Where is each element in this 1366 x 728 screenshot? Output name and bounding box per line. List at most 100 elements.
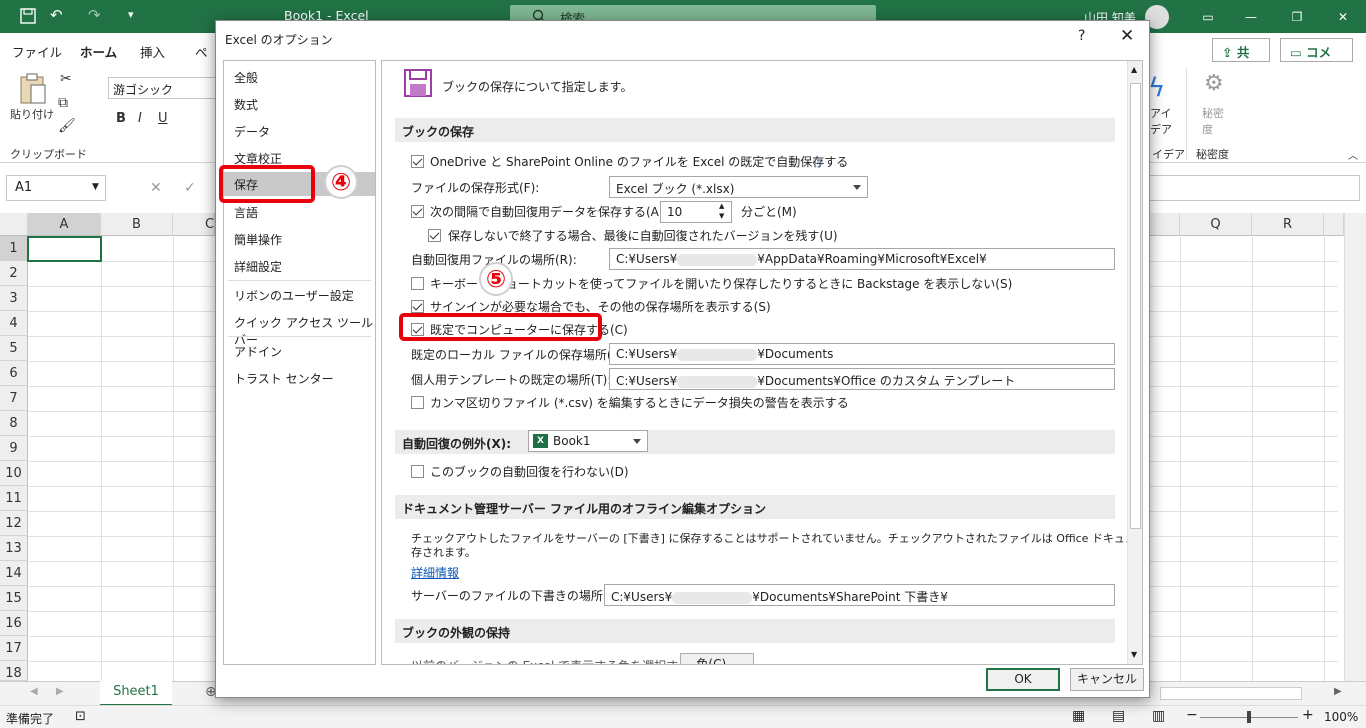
paste-label[interactable]: 貼り付け: [10, 106, 54, 122]
macro-record-icon[interactable]: ⊡: [75, 709, 86, 724]
format-painter-icon[interactable]: 🖌: [58, 118, 76, 134]
bold-button[interactable]: B: [116, 111, 126, 126]
tab-insert[interactable]: 挿入: [140, 42, 165, 61]
row-header[interactable]: 6: [0, 361, 28, 386]
row-header[interactable]: 7: [0, 386, 28, 411]
row-header[interactable]: 13: [0, 536, 28, 561]
column-header[interactable]: [1324, 213, 1344, 236]
more-info-link[interactable]: 詳細情報: [411, 564, 459, 581]
info-icon[interactable]: ⓘ: [813, 154, 823, 169]
sensitivity-label-1[interactable]: 秘密: [1202, 105, 1224, 121]
confirm-entry-icon[interactable]: ✓: [184, 180, 196, 196]
row-header[interactable]: 1: [0, 236, 28, 261]
disable-autorecover-label[interactable]: このブックの自動回復を行わない(D): [430, 463, 629, 480]
cancel-button[interactable]: キャンセル: [1070, 668, 1144, 691]
paste-icon[interactable]: [18, 71, 48, 105]
name-box[interactable]: A1: [6, 175, 106, 201]
autorecover-checkbox[interactable]: [411, 205, 424, 218]
scroll-down-icon[interactable]: ▼: [1131, 650, 1137, 659]
ideas-label-1[interactable]: アイ: [1150, 105, 1171, 121]
nav-item-customize-ribbon[interactable]: リボンのユーザー設定: [234, 287, 354, 304]
ok-button[interactable]: OK: [986, 668, 1060, 691]
interval-up-icon[interactable]: ▲: [719, 202, 724, 210]
maximize-icon[interactable]: ❐: [1274, 6, 1320, 28]
prev-sheet-icon[interactable]: ◀: [30, 686, 38, 697]
drafts-location-input[interactable]: C:¥Users¥ ¥Documents¥SharePoint 下書き¥: [604, 584, 1115, 606]
nav-item-language[interactable]: 言語: [234, 204, 258, 221]
row-header[interactable]: 8: [0, 411, 28, 436]
italic-button[interactable]: I: [138, 111, 142, 126]
show-additional-places-checkbox[interactable]: [411, 300, 424, 313]
undo-icon[interactable]: ↶: [50, 6, 63, 24]
share-button[interactable]: ⇪ 共有: [1212, 38, 1270, 79]
csv-warning-checkbox[interactable]: [411, 396, 424, 409]
autorecover-location-input[interactable]: C:¥Users¥ ¥AppData¥Roaming¥Microsoft¥Exce…: [609, 248, 1115, 270]
collapse-ribbon-icon[interactable]: ︿: [1348, 147, 1358, 162]
row-header[interactable]: 11: [0, 486, 28, 511]
no-backstage-checkbox[interactable]: [411, 277, 424, 290]
nav-item-advanced[interactable]: 詳細設定: [234, 258, 282, 275]
row-header[interactable]: 12: [0, 511, 28, 536]
zoom-in-icon[interactable]: +: [1302, 707, 1314, 723]
default-local-location-input[interactable]: C:¥Users¥ ¥Documents: [609, 343, 1115, 365]
keep-last-version-checkbox[interactable]: [428, 229, 441, 242]
normal-view-icon[interactable]: ▦: [1072, 708, 1085, 724]
redo-icon[interactable]: ↷: [88, 6, 101, 24]
onedrive-autosave-checkbox[interactable]: [411, 155, 424, 168]
page-layout-view-icon[interactable]: ▤: [1112, 708, 1125, 724]
nav-item-addins[interactable]: アドイン: [234, 343, 282, 360]
content-scrollbar[interactable]: ▲ ▼: [1127, 61, 1142, 664]
csv-warning-label[interactable]: カンマ区切りファイル (*.csv) を編集するときにデータ損失の警告を表示する: [430, 394, 849, 411]
column-header[interactable]: B: [101, 213, 173, 236]
file-format-dropdown[interactable]: Excel ブック (*.xlsx): [609, 176, 868, 198]
next-sheet-icon[interactable]: ▶: [56, 686, 64, 697]
save-icon[interactable]: [20, 8, 36, 24]
disable-autorecover-checkbox[interactable]: [411, 465, 424, 478]
horizontal-scrollbar[interactable]: [1160, 687, 1302, 700]
active-cell[interactable]: [27, 236, 102, 262]
column-header[interactable]: [1150, 213, 1180, 236]
ideas-label-2[interactable]: デア: [1150, 121, 1172, 137]
vertical-scrollbar[interactable]: [1344, 213, 1366, 681]
underline-button[interactable]: U: [158, 111, 168, 126]
sensitivity-label-2[interactable]: 度: [1202, 121, 1213, 137]
row-header[interactable]: 16: [0, 611, 28, 636]
row-header[interactable]: 18: [0, 661, 28, 681]
cancel-entry-icon[interactable]: ✕: [150, 180, 162, 196]
onedrive-autosave-label[interactable]: OneDrive と SharePoint Online のファイルを Exce…: [430, 153, 848, 170]
nav-item-trust-center[interactable]: トラスト センター: [234, 370, 334, 387]
ideas-icon[interactable]: ϟ: [1148, 73, 1165, 103]
nav-item-formulas[interactable]: 数式: [234, 96, 258, 113]
colors-button[interactable]: 色(C)...: [680, 653, 754, 664]
sheet-tab[interactable]: Sheet1: [100, 681, 172, 706]
minimize-icon[interactable]: —: [1228, 6, 1274, 28]
cut-icon[interactable]: ✂: [60, 71, 72, 87]
row-header[interactable]: 10: [0, 461, 28, 486]
template-location-input[interactable]: C:¥Users¥ ¥Documents¥Office のカスタム テンプレート: [609, 368, 1115, 390]
column-header[interactable]: A: [28, 213, 101, 236]
interval-down-icon[interactable]: ▼: [719, 212, 724, 220]
column-header[interactable]: C: [173, 213, 215, 236]
column-header[interactable]: R: [1252, 213, 1324, 236]
scroll-up-icon[interactable]: ▲: [1131, 65, 1137, 74]
font-name-box[interactable]: 游ゴシック: [108, 77, 218, 99]
scroll-thumb[interactable]: [1130, 83, 1141, 529]
scroll-right-icon[interactable]: ▶: [1334, 686, 1342, 697]
row-header[interactable]: 14: [0, 561, 28, 586]
zoom-out-icon[interactable]: −: [1186, 707, 1198, 723]
no-backstage-label[interactable]: キーボード ショートカットを使ってファイルを開いたり保存したりするときに Bac…: [430, 275, 1012, 292]
nav-item-accessibility[interactable]: 簡単操作: [234, 231, 282, 248]
nav-item-data[interactable]: データ: [234, 123, 270, 140]
comment-button[interactable]: ▭ コメント: [1280, 38, 1353, 79]
keep-last-version-label[interactable]: 保存しないで終了する場合、最後に自動回復されたバージョンを残す(U): [448, 227, 838, 244]
close-dialog-button[interactable]: ✕: [1120, 26, 1134, 46]
copy-icon[interactable]: ⧉: [58, 95, 68, 111]
help-button[interactable]: ?: [1078, 28, 1085, 44]
name-box-dropdown-icon[interactable]: ▼: [92, 182, 99, 192]
workbook-dropdown[interactable]: X Book1: [528, 430, 648, 452]
column-header[interactable]: Q: [1180, 213, 1252, 236]
zoom-slider-thumb[interactable]: [1247, 711, 1251, 723]
close-window-icon[interactable]: ✕: [1320, 6, 1366, 28]
sensitivity-icon[interactable]: ⚙: [1204, 71, 1224, 96]
row-header[interactable]: 3: [0, 286, 28, 311]
